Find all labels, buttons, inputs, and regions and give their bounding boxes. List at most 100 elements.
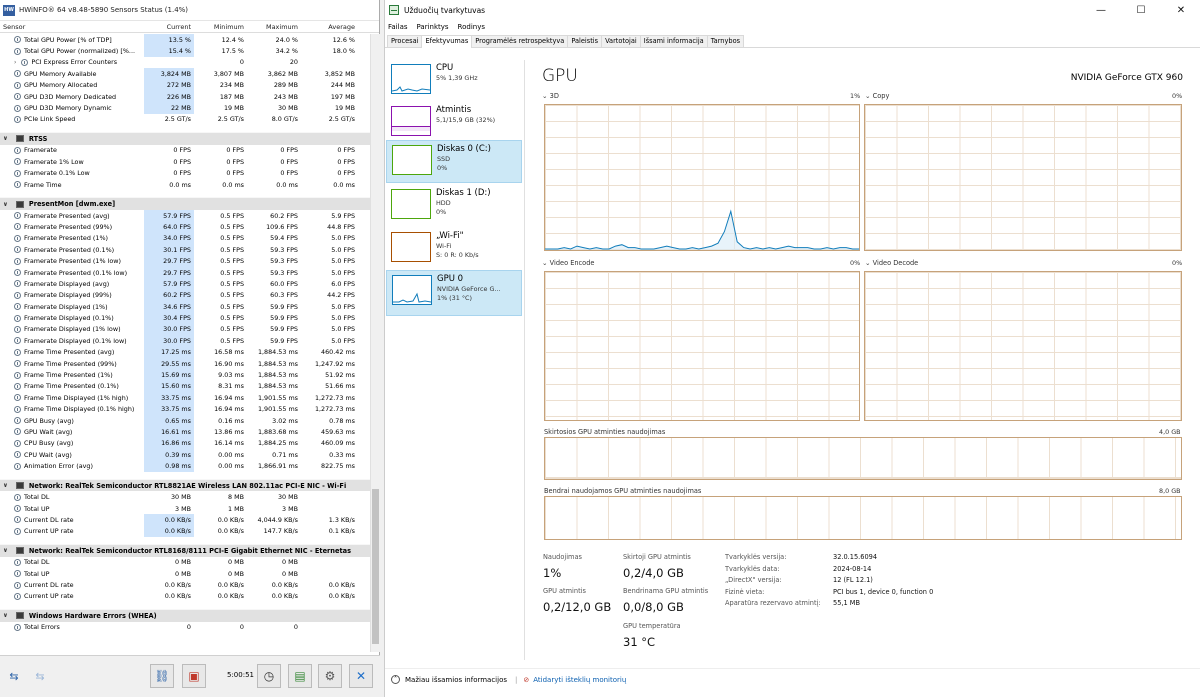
nav-left-right-icon[interactable]: ⇆ (2, 664, 26, 688)
collapse-chevron-icon[interactable]: ∨ (3, 135, 8, 142)
sensor-row[interactable]: GPU Wait (avg) 16.61 ms 13.86 ms 1,883.68 m… (0, 426, 370, 438)
close-icon[interactable]: ✕ (1161, 0, 1200, 20)
sensor-row[interactable]: Frame Time Displayed (1% high) 33.75 ms 16… (0, 392, 370, 404)
sensor-group-header[interactable]: ∨ Network: RealTek Semiconductor RTL8168/… (0, 544, 370, 557)
sensor-list[interactable]: Total GPU Power [% of TDP] 13.5 % 12.4 % 24… (0, 34, 370, 652)
report-icon[interactable]: ▤ (288, 664, 312, 688)
clock-icon[interactable]: ◷ (257, 664, 281, 688)
sensor-row[interactable]: Framerate Presented (0.1%) 30.1 FPS 0.5 FP… (0, 244, 370, 256)
tab-app-history[interactable]: Programėlės retrospektyva (471, 35, 569, 47)
nav-left-right-alt-icon[interactable]: ⇆ (28, 664, 52, 688)
sensor-row[interactable]: GPU Busy (avg) 0.65 ms 0.16 ms 3.02 ms 0.78 … (0, 414, 370, 427)
settings-icon[interactable]: ⚙ (318, 664, 342, 688)
menu-file[interactable]: Failas (388, 23, 408, 31)
menu-view[interactable]: Rodinys (458, 23, 485, 31)
scrollbar-thumb[interactable] (372, 489, 379, 644)
tab-details[interactable]: Išsami informacija (639, 35, 708, 47)
sensor-maximum: 1,901.55 ms (257, 405, 298, 414)
sensor-row[interactable]: Framerate Presented (0.1% low) 29.7 FPS 0.… (0, 266, 370, 279)
sensor-row[interactable]: Framerate Presented (99%) 64.0 FPS 0.5 FPS… (0, 221, 370, 233)
menu-options[interactable]: Parinktys (417, 23, 449, 31)
sensor-row[interactable]: Framerate Displayed (0.1% low) 30.0 FPS 0.… (0, 335, 370, 347)
engine-encode-label[interactable]: ⌄ Video Encode (542, 259, 594, 267)
collapse-chevron-icon[interactable]: ∨ (3, 547, 8, 554)
network-icon[interactable]: ⛓ (150, 664, 174, 688)
sensor-scrollbar[interactable] (370, 34, 380, 652)
sensor-group-header[interactable]: ∨ PresentMon [dwm.exe] (0, 197, 370, 210)
sensor-group-header[interactable]: ∨ Windows Hardware Errors (WHEA) (0, 609, 370, 622)
tab-processes[interactable]: Procesai (387, 35, 423, 47)
sensor-row[interactable]: Total GPU Power (normalized) [%... 15.4 %… (0, 45, 370, 57)
sensor-group-header[interactable]: ∨ RTSS (0, 132, 370, 145)
sensor-row[interactable]: Framerate Displayed (0.1%) 30.4 FPS 0.5 FP… (0, 312, 370, 324)
sensor-row[interactable]: Total Errors 0 0 0 (0, 622, 370, 633)
sensor-row[interactable]: Current DL rate 0.0 KB/s 0.0 KB/s 4,044.9 K… (0, 514, 370, 526)
sensor-row[interactable]: GPU Memory Allocated 272 MB 234 MB 289 MB 24… (0, 79, 370, 91)
sensor-row[interactable]: Total UP 3 MB 1 MB 3 MB (0, 503, 370, 514)
chevron-up-icon[interactable]: ˄ (391, 675, 400, 684)
tab-services[interactable]: Tarnybos (706, 35, 745, 47)
sensor-row[interactable]: CPU Busy (avg) 16.86 ms 16.14 ms 1,884.25 m… (0, 437, 370, 450)
sensor-row[interactable]: Framerate Presented (avg) 57.9 FPS 0.5 FPS… (0, 209, 370, 222)
fewer-details-link[interactable]: Mažiau išsamios informacijos (405, 676, 507, 684)
minimize-icon[interactable]: — (1081, 0, 1121, 20)
sensor-row[interactable]: PCIe Link Speed 2.5 GT/s 2.5 GT/s 8.0 GT/s 2… (0, 114, 370, 125)
open-resource-monitor-link[interactable]: Atidaryti išteklių monitorių (533, 676, 626, 684)
sensor-row[interactable]: GPU D3D Memory Dedicated 226 MB 187 MB 243 … (0, 90, 370, 103)
close-icon[interactable]: ✕ (349, 664, 373, 688)
col-minimum[interactable]: Minimum (194, 23, 248, 31)
sidebar-item-1[interactable]: Atmintis 5,1/15,9 GB (32%) (386, 102, 522, 140)
collapse-chevron-icon[interactable]: ∨ (3, 482, 8, 489)
col-current[interactable]: Current (144, 21, 194, 32)
sensor-group-header[interactable]: ∨ Network: RealTek Semiconductor RTL8821A… (0, 478, 370, 492)
collapse-chevron-icon[interactable]: ∨ (3, 201, 8, 208)
tab-startup[interactable]: Paleistis (567, 35, 603, 47)
sensor-name: Framerate Displayed (1% low) (24, 325, 121, 334)
tab-performance[interactable]: Efektyvumas (421, 35, 473, 48)
sensor-row[interactable]: Framerate Displayed (99%) 60.2 FPS 0.5 FPS… (0, 289, 370, 301)
sensor-row[interactable]: Frame Time Presented (0.1%) 15.60 ms 8.31 … (0, 380, 370, 393)
expand-icon[interactable]: › (14, 59, 16, 66)
sensor-row[interactable]: Framerate 1% Low 0 FPS 0 FPS 0 FPS 0 FPS (0, 156, 370, 167)
engine-decode-label[interactable]: ⌄ Video Decode (865, 259, 918, 267)
sensor-row[interactable]: Framerate Presented (1%) 34.0 FPS 0.5 FPS 5… (0, 232, 370, 245)
sensor-row[interactable]: Frame Time Presented (99%) 29.55 ms 16.90 … (0, 357, 370, 370)
sidebar-item-2[interactable]: Diskas 0 (C:) SSD 0% (386, 140, 522, 183)
sensor-row[interactable]: GPU Memory Available 3,824 MB 3,807 MB 3,86… (0, 68, 370, 80)
sensor-row[interactable]: Framerate 0 FPS 0 FPS 0 FPS 0 FPS (0, 145, 370, 156)
sidebar-item-3[interactable]: Diskas 1 (D:) HDD 0% (386, 185, 522, 225)
sensor-row[interactable]: Framerate Presented (1% low) 29.7 FPS 0.5 … (0, 255, 370, 267)
sensor-row[interactable]: Framerate 0.1% Low 0 FPS 0 FPS 0 FPS 0 FPS (0, 168, 370, 179)
chip-icon[interactable]: ▣ (182, 664, 206, 688)
sensor-row[interactable]: Animation Error (avg) 0.98 ms 0.00 ms 1,866… (0, 460, 370, 472)
sensor-row[interactable]: Frame Time 0.0 ms 0.0 ms 0.0 ms 0.0 ms (0, 179, 370, 190)
col-sensor[interactable]: Sensor (0, 23, 144, 31)
sensor-row[interactable]: Total DL 30 MB 8 MB 30 MB (0, 491, 370, 502)
sensor-row[interactable]: Current UP rate 0.0 KB/s 0.0 KB/s 147.7 KB/… (0, 525, 370, 538)
sensor-row[interactable]: GPU D3D Memory Dynamic 22 MB 19 MB 30 MB 19 … (0, 102, 370, 114)
sensor-row[interactable]: Frame Time Presented (1%) 15.69 ms 9.03 ms… (0, 369, 370, 381)
sensor-row[interactable]: Frame Time Displayed (0.1% high) 33.75 ms… (0, 403, 370, 415)
sensor-row[interactable]: Current DL rate 0.0 KB/s 0.0 KB/s 0.0 KB/s 0… (0, 579, 370, 590)
engine-3d-label[interactable]: ⌄ 3D (542, 92, 559, 100)
sidebar-item-0[interactable]: CPU 5% 1,39 GHz (386, 60, 522, 98)
sensor-row[interactable]: Framerate Displayed (1% low) 30.0 FPS 0.5 … (0, 323, 370, 336)
sensor-row[interactable]: Framerate Displayed (1%) 34.6 FPS 0.5 FPS 5… (0, 301, 370, 313)
tab-users[interactable]: Vartotojai (601, 35, 641, 47)
sensor-row[interactable]: Total UP 0 MB 0 MB 0 MB (0, 568, 370, 579)
sidebar-item-4[interactable]: „Wi-Fi" Wi-Fi S: 0 R: 0 Kb/s (386, 228, 522, 268)
sensor-row[interactable]: Total GPU Power [% of TDP] 13.5 % 12.4 % 24… (0, 34, 370, 46)
sensor-row[interactable]: Total DL 0 MB 0 MB 0 MB (0, 557, 370, 568)
collapse-chevron-icon[interactable]: ∨ (3, 612, 8, 619)
sidebar-item-5[interactable]: GPU 0 NVIDIA GeForce G... 1% (31 °C) (386, 270, 522, 316)
sensor-row[interactable]: › PCI Express Error Counters 0 20 (0, 57, 370, 68)
sensor-row[interactable]: Current UP rate 0.0 KB/s 0.0 KB/s 0.0 KB/s 0… (0, 591, 370, 602)
maximize-icon[interactable]: ☐ (1121, 0, 1161, 20)
hwinfo-column-header[interactable]: Sensor Current Minimum Maximum Average (0, 21, 379, 33)
engine-copy-label[interactable]: ⌄ Copy (865, 92, 889, 100)
col-maximum[interactable]: Maximum (248, 23, 302, 31)
col-average[interactable]: Average (302, 23, 358, 31)
sensor-row[interactable]: Framerate Displayed (avg) 57.9 FPS 0.5 FPS… (0, 278, 370, 290)
sensor-row[interactable]: CPU Wait (avg) 0.39 ms 0.00 ms 0.71 ms 0.33 … (0, 449, 370, 461)
sensor-row[interactable]: Frame Time Presented (avg) 17.25 ms 16.58 … (0, 346, 370, 358)
